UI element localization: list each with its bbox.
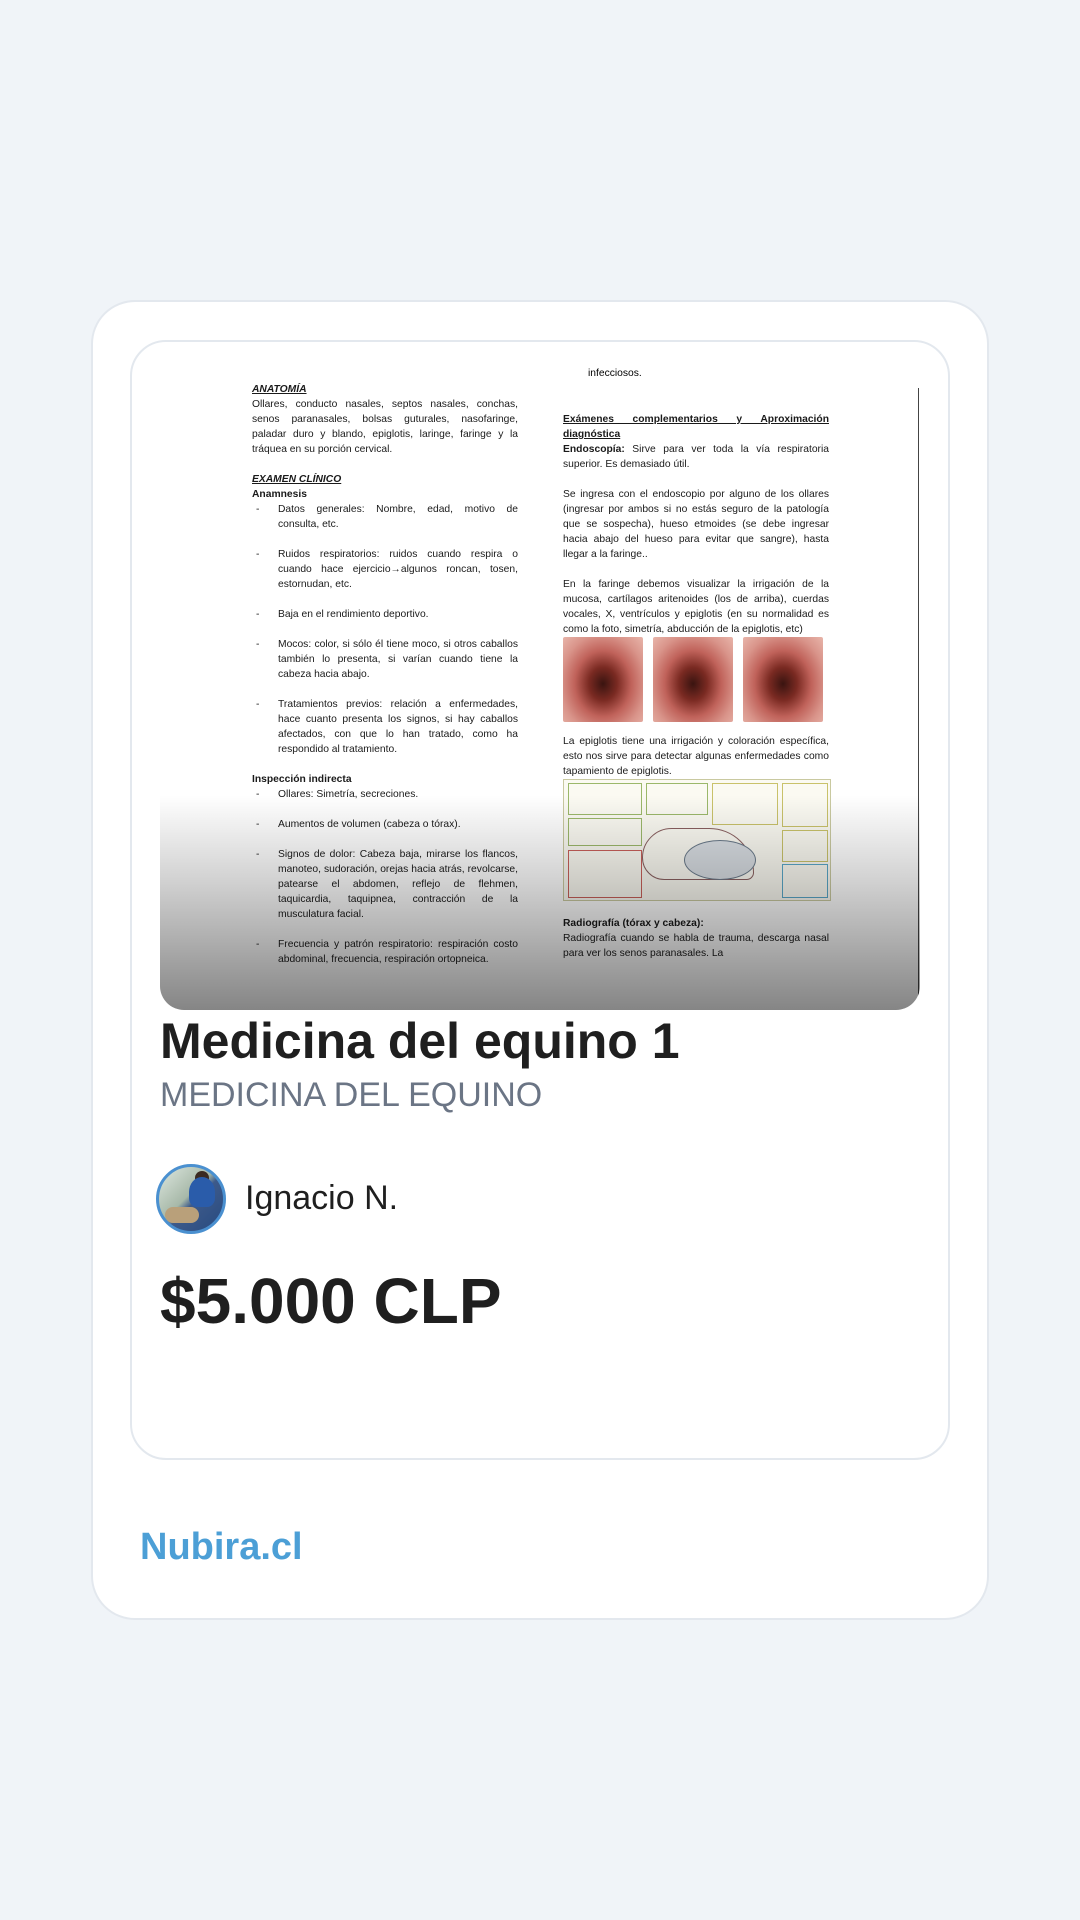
page-edge-line: [918, 388, 919, 1010]
preview-top-line: infecciosos.: [588, 368, 642, 379]
endoscope-paragraph: Se ingresa con el endoscopio por alguno …: [563, 489, 829, 560]
anamnesis-item: Baja en el rendimiento deportivo.: [252, 607, 518, 622]
indirect-item: Frecuencia y patrón respiratorio: respir…: [252, 937, 518, 967]
preview-right-column: Exámenes complementarios y Aproximación …: [563, 412, 831, 961]
price-label: $5.000 CLP: [160, 1265, 502, 1337]
endoscopy-images: [563, 637, 829, 722]
indirect-item: Signos de dolor: Cabeza baja, mirarse lo…: [252, 847, 518, 922]
anatomy-heading: ANATOMÍA: [252, 384, 307, 395]
indirect-heading: Inspección indirecta: [252, 774, 352, 785]
brand-link[interactable]: Nubira.cl: [140, 1520, 303, 1574]
clinical-heading: EXAMEN CLÍNICO: [252, 474, 342, 485]
preview-left-column: ANATOMÍA Ollares, conducto nasales, sept…: [252, 382, 518, 967]
endoscopy-image: [563, 637, 643, 722]
anatomy-diagram: [563, 779, 831, 901]
author-avatar[interactable]: [156, 1164, 226, 1234]
anamnesis-heading: Anamnesis: [252, 489, 307, 500]
pharynx-paragraph: En la faringe debemos visualizar la irri…: [563, 579, 829, 635]
epiglottis-paragraph: La epiglotis tiene una irrigación y colo…: [563, 736, 829, 777]
radiography-heading: Radiografía (tórax y cabeza):: [563, 918, 704, 929]
anamnesis-item: Tratamientos previos: relación a enferme…: [252, 697, 518, 757]
anamnesis-item: Ruidos respiratorios: ruidos cuando resp…: [252, 547, 518, 592]
course-name: MEDICINA DEL EQUINO: [160, 1076, 543, 1114]
document-preview[interactable]: infecciosos. ANATOMÍA Ollares, conducto …: [160, 360, 920, 1010]
anamnesis-item: Datos generales: Nombre, edad, motivo de…: [252, 502, 518, 532]
endoscopy-image: [743, 637, 823, 722]
lung-diagram: [684, 840, 756, 880]
listing-title[interactable]: Medicina del equino 1: [160, 1010, 920, 1072]
indirect-item: Aumentos de volumen (cabeza o tórax).: [252, 817, 518, 832]
author-name[interactable]: Ignacio N.: [245, 1176, 398, 1220]
anatomy-text: Ollares, conducto nasales, septos nasale…: [252, 399, 518, 455]
exams-heading: Exámenes complementarios y Aproximación …: [563, 414, 829, 440]
endoscopy-image: [653, 637, 733, 722]
anamnesis-item: Mocos: color, si sólo él tiene moco, si …: [252, 637, 518, 682]
endoscopy-paragraph: Endoscopía: Sirve para ver toda la vía r…: [563, 442, 829, 472]
endoscopy-label: Endoscopía:: [563, 444, 625, 455]
indirect-item: Ollares: Simetría, secreciones.: [252, 787, 518, 802]
radiography-text: Radiografía cuando se habla de trauma, d…: [563, 933, 829, 959]
